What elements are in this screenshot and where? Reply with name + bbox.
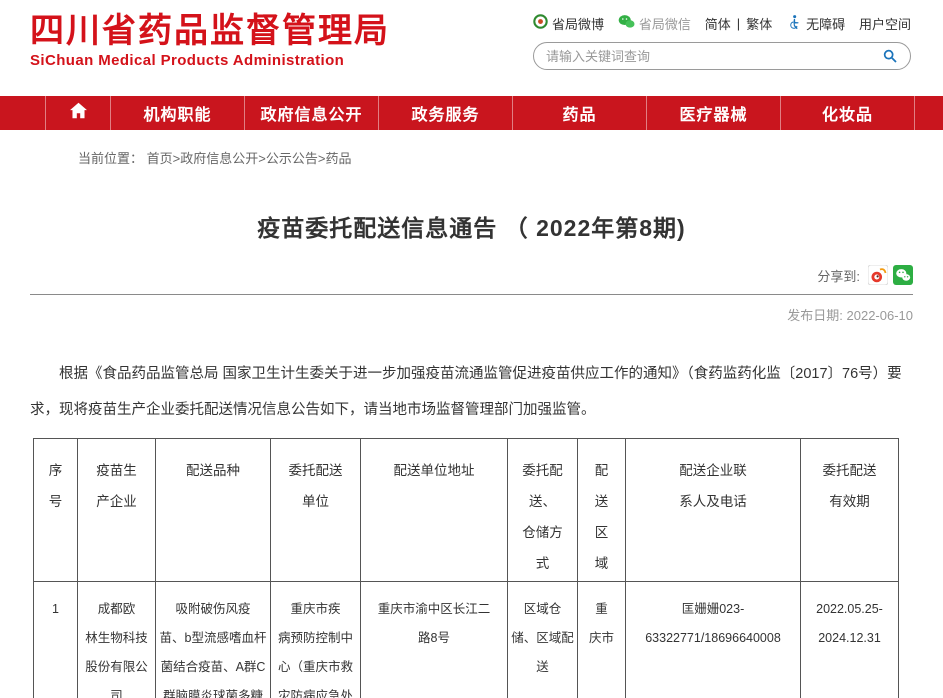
accessibility-icon xyxy=(786,14,802,33)
cell-storage-mode: 区域仓 储、区域配 送 xyxy=(508,582,578,698)
publish-date-label: 发布日期: xyxy=(787,308,843,323)
link-weibo-label: 省局微博 xyxy=(552,14,604,33)
main-nav: 机构职能 政府信息公开 政务服务 药品 医疗器械 化妆品 xyxy=(0,96,943,130)
table-row: 1 成都欧 林生物科技 股份有限公 司 吸附破伤风疫 苗、b型流感嗜血杆 菌结合… xyxy=(34,582,899,698)
cell-distributor: 重庆市疾 病预防控制中 心（重庆市救 灾防病应急处 理中心） xyxy=(271,582,361,698)
site-logo[interactable]: 四川省药品监督管理局 SiChuan Medical Products Admi… xyxy=(30,12,390,69)
nav-item-label: 化妆品 xyxy=(822,101,873,125)
breadcrumb-home[interactable]: 首页 xyxy=(147,151,173,166)
search-input[interactable] xyxy=(546,49,882,64)
header-links: 省局微博 省局微信 简体 | 繁体 无障碍 xyxy=(533,13,911,33)
link-wechat-label: 省局微信 xyxy=(639,14,691,33)
col-header-storage-mode: 委托配 送、 仓储方 式 xyxy=(508,439,578,582)
breadcrumb: 当前位置： 首页>政府信息公开>公示公告>药品 xyxy=(78,148,913,167)
link-wechat[interactable]: 省局微信 xyxy=(618,14,691,33)
col-header-distributor: 委托配送 单位 xyxy=(271,439,361,582)
lang-divider: | xyxy=(737,16,740,31)
lang-switch: 简体 | 繁体 xyxy=(705,14,772,33)
link-accessibility[interactable]: 无障碍 xyxy=(786,14,845,33)
nav-item-label: 药品 xyxy=(562,101,596,125)
cell-manufacturer: 成都欧 林生物科技 股份有限公 司 xyxy=(78,582,156,698)
col-header-manufacturer: 疫苗生 产企业 xyxy=(78,439,156,582)
wechat-icon xyxy=(618,14,635,32)
content: 当前位置： 首页>政府信息公开>公示公告>药品 疫苗委托配送信息通告 （ 202… xyxy=(0,148,943,698)
site-subtitle: SiChuan Medical Products Administration xyxy=(30,52,390,69)
cell-index: 1 xyxy=(34,582,78,698)
cell-contact: 匡姗姗023- 63322771/18696640008 xyxy=(626,582,801,698)
link-user-space-label: 用户空间 xyxy=(859,14,911,33)
nav-home[interactable] xyxy=(45,96,110,130)
nav-item-label: 机构职能 xyxy=(143,101,211,125)
link-user-space[interactable]: 用户空间 xyxy=(859,14,911,33)
breadcrumb-drugs[interactable]: 药品 xyxy=(325,151,351,166)
nav-item-label: 政府信息公开 xyxy=(260,101,362,125)
page-title: 疫苗委托配送信息通告 （ 2022年第8期) xyxy=(30,209,913,243)
nav-item-label: 医疗器械 xyxy=(679,101,747,125)
weibo-badge-icon xyxy=(533,14,548,32)
col-header-validity: 委托配送 有效期 xyxy=(801,439,899,582)
nav-item-org-functions[interactable]: 机构职能 xyxy=(110,96,244,130)
col-header-region: 配 送 区 域 xyxy=(578,439,626,582)
page: 四川省药品监督管理局 SiChuan Medical Products Admi… xyxy=(0,0,943,698)
breadcrumb-separator: > xyxy=(258,151,266,166)
col-header-address: 配送单位地址 xyxy=(361,439,508,582)
vaccine-distribution-table: 序 号 疫苗生 产企业 配送品种 委托配送 单位 配送单位地址 委托配 送、 仓… xyxy=(33,438,899,698)
col-header-index: 序 号 xyxy=(34,439,78,582)
publish-date: 发布日期: 2022-06-10 xyxy=(30,305,913,324)
link-simplified[interactable]: 简体 xyxy=(705,14,731,33)
cell-address: 重庆市渝中区长江二 路8号 xyxy=(361,582,508,698)
home-icon xyxy=(69,102,88,124)
nav-item-cosmetics[interactable]: 化妆品 xyxy=(780,96,915,130)
article-body: 根据《食品药品监管总局 国家卫生计生委关于进一步加强疫苗流通监管促进疫苗供应工作… xyxy=(30,356,910,428)
nav-item-medical-devices[interactable]: 医疗器械 xyxy=(646,96,780,130)
site-header: 四川省药品监督管理局 SiChuan Medical Products Admi… xyxy=(0,0,943,96)
nav-item-services[interactable]: 政务服务 xyxy=(378,96,512,130)
share-label: 分享到: xyxy=(817,266,860,285)
col-header-contact: 配送企业联 系人及电话 xyxy=(626,439,801,582)
share-weibo-icon[interactable] xyxy=(868,265,888,285)
link-weibo[interactable]: 省局微博 xyxy=(533,14,604,33)
col-header-products: 配送品种 xyxy=(156,439,271,582)
breadcrumb-gov-info[interactable]: 政府信息公开 xyxy=(180,151,258,166)
header-tools: 省局微博 省局微信 简体 | 繁体 无障碍 xyxy=(533,13,911,70)
cell-products: 吸附破伤风疫 苗、b型流感嗜血杆 菌结合疫苗、A群C 群脑膜炎球菌多糖 结合疫苗 xyxy=(156,582,271,698)
publish-date-value: 2022-06-10 xyxy=(847,308,914,323)
breadcrumb-label: 当前位置： xyxy=(78,151,143,166)
nav-item-gov-info[interactable]: 政府信息公开 xyxy=(244,96,378,130)
search-box xyxy=(533,42,911,70)
link-traditional[interactable]: 繁体 xyxy=(746,14,772,33)
site-title: 四川省药品监督管理局 xyxy=(30,12,390,51)
table-header-row: 序 号 疫苗生 产企业 配送品种 委托配送 单位 配送单位地址 委托配 送、 仓… xyxy=(34,439,899,582)
share-wechat-icon[interactable] xyxy=(893,265,913,285)
nav-item-drugs[interactable]: 药品 xyxy=(512,96,646,130)
link-accessibility-label: 无障碍 xyxy=(806,14,845,33)
breadcrumb-announcements[interactable]: 公示公告 xyxy=(266,151,318,166)
share-row: 分享到: xyxy=(30,265,913,295)
nav-item-label: 政务服务 xyxy=(411,101,479,125)
cell-region: 重 庆市 xyxy=(578,582,626,698)
search-icon[interactable] xyxy=(882,48,898,64)
cell-validity: 2022.05.25- 2024.12.31 xyxy=(801,582,899,698)
